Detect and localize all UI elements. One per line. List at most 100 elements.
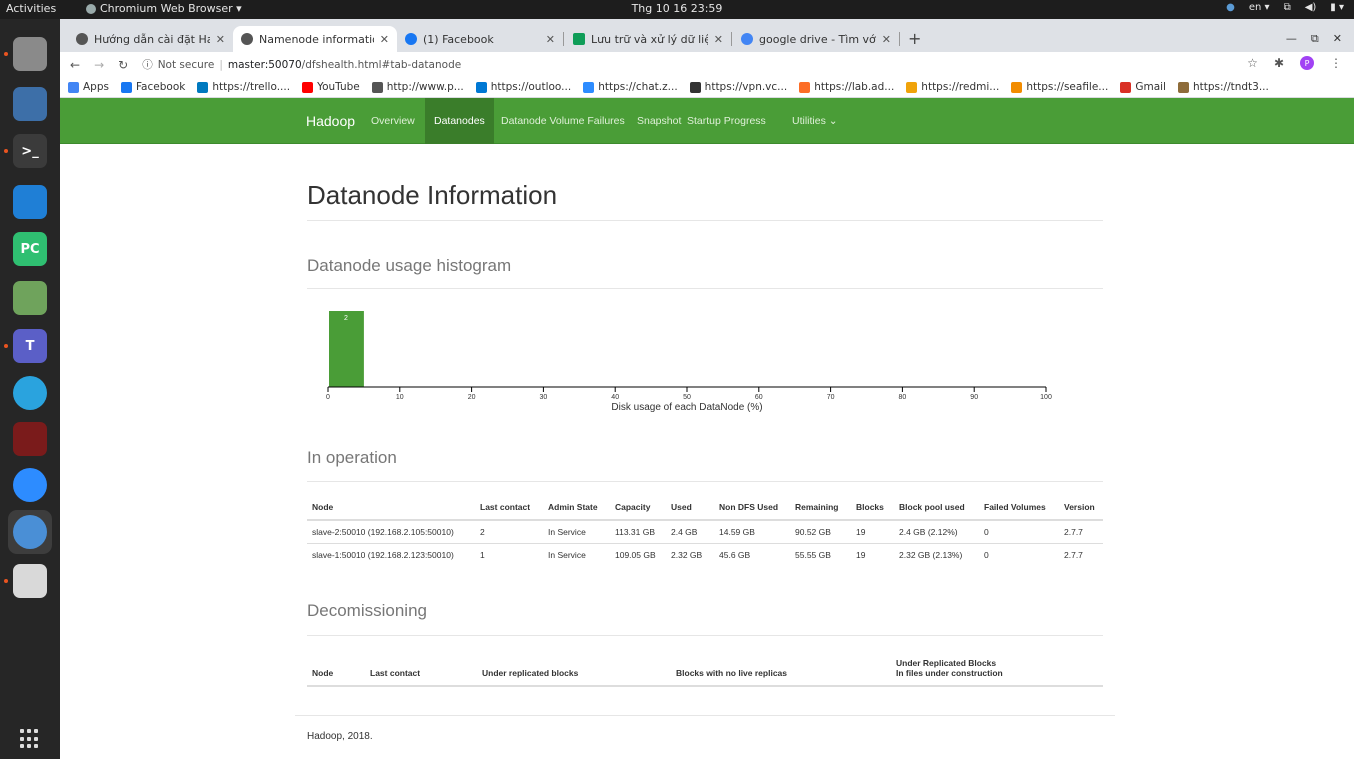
volume-icon[interactable]: ◀) [1305, 2, 1317, 13]
terminal-icon[interactable]: >_ [13, 134, 47, 168]
histogram-tick-label: 100 [1040, 394, 1052, 401]
close-tab-icon[interactable]: ✕ [714, 33, 723, 46]
files-icon[interactable] [13, 37, 47, 71]
info-icon[interactable]: ⓘ [142, 57, 153, 72]
col-blocks-no-live-replicas[interactable]: Blocks with no live replicas [671, 651, 891, 687]
col-under-replicated-in-construction[interactable]: Under Replicated Blocks In files under co… [891, 651, 1103, 687]
bookmark-item[interactable]: Facebook [120, 81, 185, 93]
col-failed-volumes[interactable]: Failed Volumes [979, 495, 1059, 521]
tab-hadoop-guide[interactable]: Hướng dẫn cài đặt Hado ✕ [68, 26, 233, 52]
nav-snapshot[interactable]: Snapshot [637, 115, 681, 127]
system-tray[interactable]: ● en ▾ ⧉ ◀) ▮ ▾ [1226, 2, 1344, 13]
histogram-tick-label: 90 [970, 394, 978, 401]
tab-title: Hướng dẫn cài đặt Hado [94, 32, 210, 46]
col-blocks[interactable]: Blocks [851, 495, 894, 521]
vscode-icon[interactable] [13, 185, 47, 219]
telegram-icon[interactable] [13, 376, 47, 410]
histogram-heading: Datanode usage histogram [307, 256, 512, 275]
col-node[interactable]: Node [307, 495, 475, 521]
indicator-icon[interactable]: ● [1226, 2, 1235, 13]
col-version[interactable]: Version [1059, 495, 1103, 521]
hadoop-brand[interactable]: Hadoop [306, 113, 355, 129]
table-cell: 1 [475, 543, 543, 566]
col-under-replicated-blocks[interactable]: Under replicated blocks [477, 651, 671, 687]
battery-icon[interactable]: ▮ ▾ [1330, 2, 1344, 13]
page-title: Datanode Information [307, 180, 558, 210]
bookmark-item[interactable]: http://www.p... [371, 81, 464, 93]
bookmark-item[interactable]: Apps [68, 81, 109, 93]
close-tab-icon[interactable]: ✕ [216, 33, 225, 46]
app-menu[interactable]: Chromium Web Browser ▾ [86, 2, 242, 15]
pycharm-icon[interactable]: PC [13, 232, 47, 266]
wine-icon[interactable] [13, 422, 47, 456]
tab-facebook[interactable]: (1) Facebook ✕ [397, 26, 563, 52]
profile-avatar[interactable]: P [1300, 56, 1314, 70]
network-icon[interactable]: ⧉ [1284, 2, 1291, 13]
col-capacity[interactable]: Capacity [610, 495, 666, 521]
col-remaining[interactable]: Remaining [790, 495, 851, 521]
chromium-icon[interactable] [13, 515, 47, 549]
back-icon[interactable]: ← [70, 58, 80, 72]
tab-google-search[interactable]: google drive - Tìm với Goo ✕ [733, 26, 899, 52]
show-applications-icon[interactable] [20, 729, 40, 749]
col-last-contact[interactable]: Last contact [475, 495, 543, 521]
col-used[interactable]: Used [666, 495, 714, 521]
nav-overview[interactable]: Overview [371, 115, 415, 127]
new-tab-icon[interactable]: + [908, 29, 921, 48]
col-last-contact[interactable]: Last contact [365, 651, 477, 687]
bookmark-item[interactable]: https://lab.ad... [799, 81, 894, 93]
lock-app-icon[interactable] [13, 281, 47, 315]
bookmark-item[interactable]: https://outloo... [475, 81, 571, 93]
document-viewer-icon[interactable] [13, 87, 47, 121]
histogram-divider [307, 288, 1103, 289]
keyboard-layout[interactable]: en ▾ [1249, 2, 1270, 13]
close-tab-icon[interactable]: ✕ [380, 33, 389, 46]
nav-datanodes[interactable]: Datanodes [425, 98, 494, 144]
bookmark-item[interactable]: https://seafile... [1011, 81, 1108, 93]
globe-icon [76, 33, 88, 45]
nav-utilities-dropdown[interactable]: Utilities ⌄ [792, 115, 838, 127]
table-cell: 2.4 GB [666, 519, 714, 544]
extensions-icon[interactable]: ✱ [1274, 56, 1284, 70]
bookmark-item[interactable]: https://chat.z... [583, 81, 678, 93]
reload-icon[interactable]: ↻ [118, 58, 128, 72]
table-cell: 19 [851, 519, 894, 544]
bookmark-favicon-icon [689, 81, 701, 93]
security-label: Not secure [157, 58, 215, 71]
bookmark-label: http://www.p... [386, 81, 464, 93]
restore-icon[interactable]: ⧉ [1311, 32, 1319, 46]
teams-icon[interactable]: T [13, 329, 47, 363]
col-node[interactable]: Node [307, 651, 365, 687]
tab-luu-tru[interactable]: Lưu trữ và xử lý dữ liệu lớ ✕ [565, 26, 731, 52]
bookmark-item[interactable]: YouTube [302, 81, 360, 93]
minimize-icon[interactable]: — [1286, 32, 1297, 46]
address-bar[interactable]: ⓘ Not secure | master:50070/dfshealth.ht… [142, 57, 461, 72]
bookmark-item[interactable]: Gmail [1120, 81, 1166, 93]
menu-icon[interactable]: ⋮ [1330, 56, 1342, 70]
tab-separator [731, 32, 732, 46]
activities-button[interactable]: Activities [6, 2, 56, 15]
nav-startup-progress[interactable]: Startup Progress [687, 115, 766, 127]
col-block-pool-used[interactable]: Block pool used [894, 495, 979, 521]
histogram-x-axis-label: Disk usage of each DataNode (%) [611, 402, 762, 413]
tab-namenode-information[interactable]: Namenode information ✕ [233, 26, 397, 52]
close-tab-icon[interactable]: ✕ [546, 33, 555, 46]
close-window-icon[interactable]: ✕ [1333, 32, 1342, 46]
close-tab-icon[interactable]: ✕ [882, 33, 891, 46]
bookmark-favicon-icon [475, 81, 487, 93]
nav-datanode-volume-failures[interactable]: Datanode Volume Failures [501, 115, 625, 127]
title-divider [307, 220, 1103, 221]
zoom-icon[interactable] [13, 468, 47, 502]
bookmark-star-icon[interactable]: ☆ [1247, 56, 1258, 70]
col-admin-state[interactable]: Admin State [543, 495, 610, 521]
bookmark-item[interactable]: https://tndt3... [1177, 81, 1269, 93]
table-cell: 19 [851, 543, 894, 566]
bookmark-item[interactable]: https://vpn.vc... [689, 81, 787, 93]
bookmark-item[interactable]: https://redmi... [906, 81, 999, 93]
bookmark-item[interactable]: https://trello.... [197, 81, 290, 93]
running-indicator [4, 579, 8, 583]
col-non-dfs-used[interactable]: Non DFS Used [714, 495, 790, 521]
text-editor-icon[interactable] [13, 564, 47, 598]
forward-icon[interactable]: → [94, 58, 104, 72]
chromium-icon [86, 3, 96, 14]
